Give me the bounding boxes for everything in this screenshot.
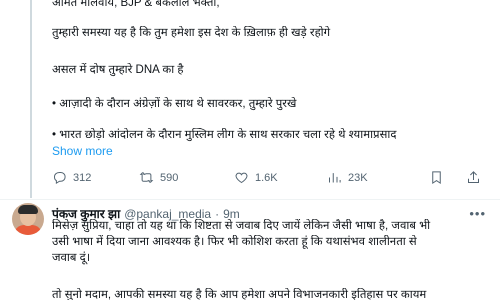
like-count: 1.6K: [255, 171, 278, 184]
like-button[interactable]: 1.6K: [234, 170, 278, 185]
repost-icon: [139, 172, 154, 183]
tweet-text-line: • भारत छोड़ो आंदोलन के दौरान मुस्लिम लीग…: [52, 129, 397, 141]
bookmark-icon: [432, 171, 441, 185]
reply-count: 312: [73, 171, 92, 184]
show-more-link[interactable]: Show more: [52, 144, 113, 158]
reply-icon: [53, 172, 66, 185]
tweet-text-line: • आज़ादी के दौरान अंग्रेज़ों के साथ थे स…: [52, 98, 297, 110]
views-icon: [329, 173, 341, 183]
first-tweet[interactable]: अमित मालवीय, BJP & बकलोल भक्तों, तुम्हार…: [0, 0, 500, 198]
share-icon: [468, 171, 479, 183]
tweet-text-line: तो सुनो मदाम, आपकी समस्या यह है कि आप हम…: [52, 289, 427, 300]
bookmark-button[interactable]: [429, 170, 444, 185]
share-button[interactable]: [466, 170, 481, 185]
tweet-actions: 312 590 1.6K 23K: [52, 170, 492, 188]
repost-button[interactable]: 590: [139, 170, 178, 185]
tweet-text-line: असल में दोष तुम्हारे DNA का है: [52, 64, 184, 76]
avatar[interactable]: [12, 203, 44, 235]
tweet-text-line: जवाब दूं।: [52, 252, 91, 264]
thread-line: [30, 0, 32, 198]
views-button[interactable]: 23K: [327, 170, 368, 185]
tweet-text-line: मिसेज़ सुप्रिया, चाहा तो यह था कि शिष्टत…: [52, 220, 431, 232]
views-count: 23K: [348, 171, 368, 184]
reply-button[interactable]: 312: [52, 170, 91, 185]
second-tweet[interactable]: पंकज कुमार झा @pankaj_media · 9m ••• मिस…: [0, 200, 500, 300]
tweet-text-line: तुम्हारी समस्या यह है कि तुम हमेशा इस दे…: [52, 27, 331, 39]
tweet-text-line: अमित मालवीय, BJP & बकलोल भक्तों,: [52, 0, 220, 9]
heart-icon: [235, 172, 248, 184]
repost-count: 590: [160, 171, 179, 184]
tweet-text-line: उसी भाषा में दिया जाना आवश्यक है। फिर भी…: [52, 236, 417, 248]
